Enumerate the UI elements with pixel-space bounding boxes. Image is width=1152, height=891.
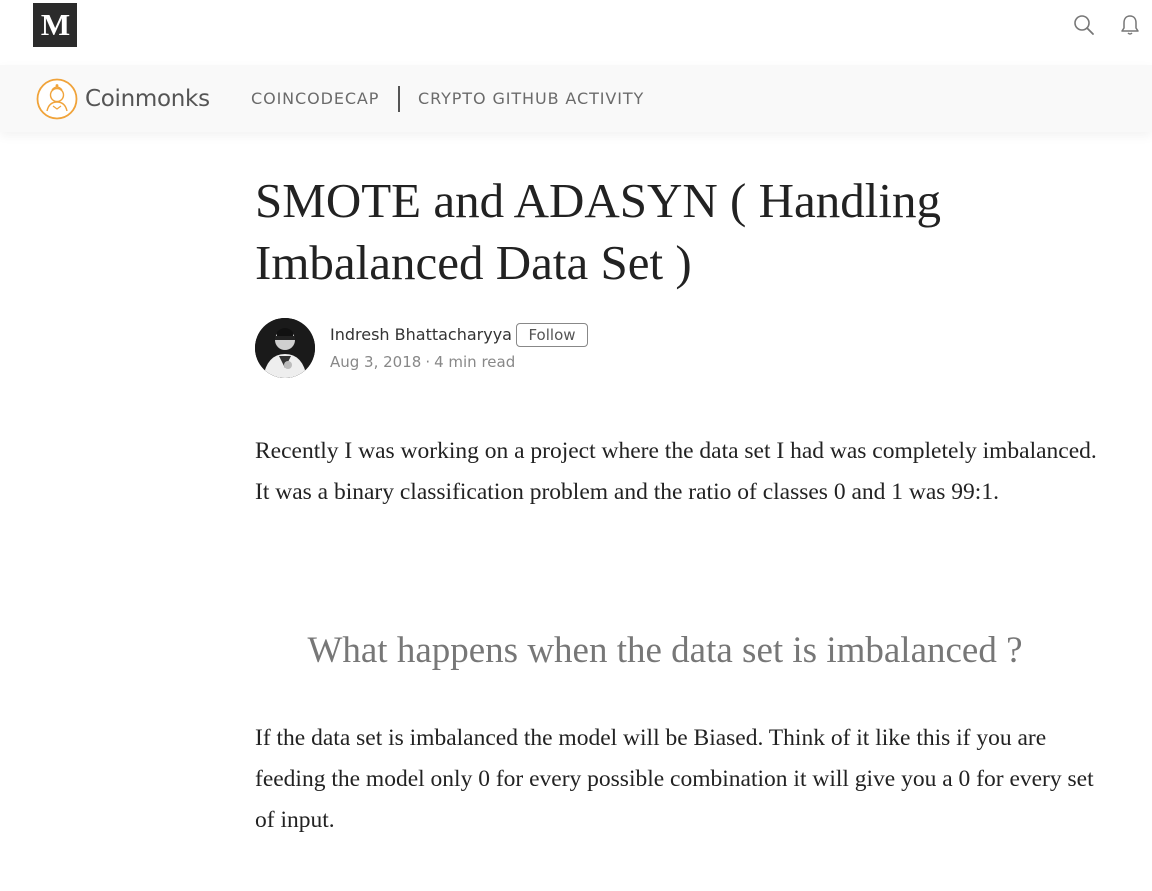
- top-bar: M: [0, 0, 1152, 64]
- read-time: 4 min read: [434, 353, 516, 371]
- coinmonks-logo-icon[interactable]: [36, 78, 78, 120]
- publication-name[interactable]: Coinmonks: [85, 85, 210, 113]
- follow-button[interactable]: Follow: [516, 323, 588, 347]
- medium-logo[interactable]: M: [33, 3, 77, 47]
- section-subheading: What happens when the data set is imbala…: [307, 630, 1023, 671]
- meta-separator: ·: [425, 353, 431, 371]
- publication-nav: Coinmonks COINCODECAP CRYPTO GITHUB ACTI…: [0, 65, 1152, 132]
- publish-date: Aug 3, 2018: [330, 353, 422, 371]
- bell-icon[interactable]: [1118, 13, 1142, 37]
- article-title: SMOTE and ADASYN ( Handling Imbalanced D…: [255, 173, 941, 290]
- author-avatar[interactable]: [255, 318, 315, 378]
- article-paragraph: Recently I was working on a project wher…: [255, 438, 1097, 505]
- nav-link-crypto-github-activity[interactable]: CRYPTO GITHUB ACTIVITY: [418, 89, 644, 108]
- article-paragraph: If the data set is imbalanced the model …: [255, 725, 1094, 833]
- article-meta: Aug 3, 2018 · 4 min read: [330, 353, 515, 371]
- nav-link-coincodecap[interactable]: COINCODECAP: [251, 89, 379, 108]
- search-icon[interactable]: [1072, 13, 1096, 37]
- author-name[interactable]: Indresh Bhattacharyya: [330, 325, 512, 344]
- nav-divider: [398, 86, 400, 112]
